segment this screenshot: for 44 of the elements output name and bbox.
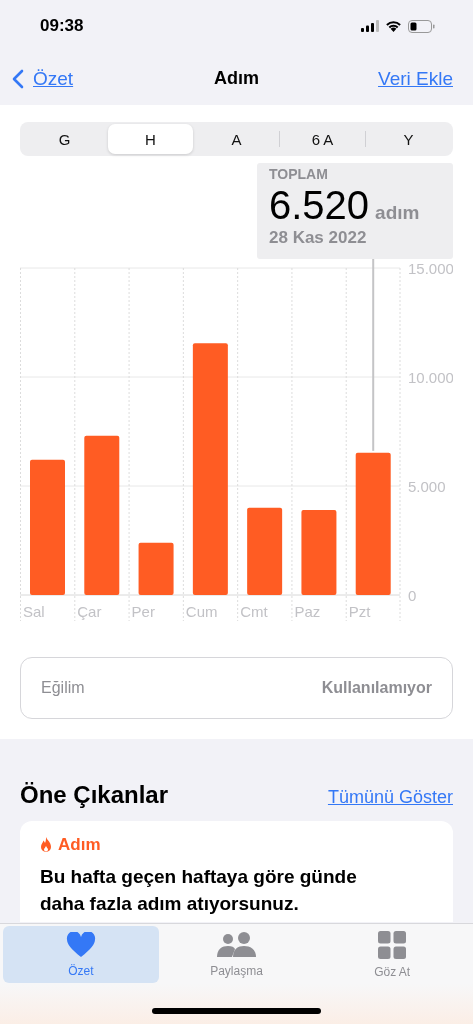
axis-tick-label: 15.000	[408, 260, 453, 277]
grid-icon	[378, 930, 407, 959]
axis-tick-label: 10.000	[408, 369, 453, 386]
highlight-text: Bu hafta geçen haftaya göre günde daha fazla adım atıyorsunuz.	[40, 865, 358, 916]
people-icon	[216, 931, 257, 958]
summary-date: 28 Kas 2022	[269, 228, 368, 248]
section-title: Öne Çıkanlar	[20, 781, 169, 809]
trend-label: Eğilim	[41, 679, 85, 697]
segment-tab[interactable]: G	[22, 124, 107, 154]
segment-tab[interactable]: Y	[366, 124, 451, 154]
tab-bar-item[interactable]: Özet	[3, 926, 159, 983]
axis-tick-label: 5.000	[408, 478, 446, 495]
axis-label: Sal	[23, 603, 45, 620]
axis-label: Cum	[185, 603, 218, 620]
chart-bar	[138, 542, 174, 595]
chevron-left-icon	[12, 68, 24, 89]
axis-tick-label: 0	[408, 587, 417, 604]
summary-value: 6.520	[269, 182, 370, 228]
status-time: 09:38	[40, 16, 84, 36]
axis-label: Pzt	[348, 603, 371, 620]
summary-unit: adım	[375, 202, 420, 224]
add-data-link[interactable]: Veri Ekle	[378, 67, 453, 90]
signal-icon	[361, 20, 379, 32]
heart-icon	[65, 931, 96, 958]
axis-label: Paz	[294, 603, 321, 620]
axis-label: Cmt	[240, 603, 268, 620]
show-all-link[interactable]: Tümünü Göster	[327, 787, 453, 808]
axis-label: Çar	[77, 603, 102, 620]
highlight-card[interactable]: Adım Bu hafta geçen haftaya göre günde daha fazla adım atıyorsunuz.	[20, 821, 453, 922]
highlight-category: Adım	[58, 835, 101, 855]
trend-value: Kullanılamıyor	[321, 679, 432, 697]
trend-row[interactable]: Eğilim Kullanılamıyor	[20, 657, 453, 719]
tab-bar-item[interactable]: Göz At	[314, 926, 470, 983]
segment-tab[interactable]: H	[108, 124, 193, 154]
nav-title: Adım	[213, 68, 260, 89]
segment-tab[interactable]: 6 A	[280, 124, 365, 154]
flame-icon	[40, 837, 52, 853]
segment-tab[interactable]: A	[194, 124, 279, 154]
summary-label: TOPLAM	[269, 166, 329, 182]
wifi-icon	[385, 20, 402, 32]
battery-icon	[408, 19, 435, 33]
back-link[interactable]: Özet	[12, 67, 74, 90]
tab-bar-item[interactable]: Paylaşma	[158, 926, 315, 983]
axis-label: Per	[131, 603, 155, 620]
